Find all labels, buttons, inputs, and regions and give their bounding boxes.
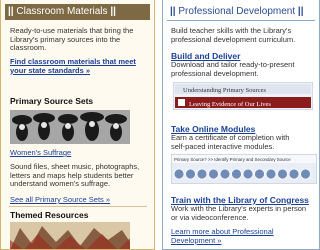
online-modules-description: Earn a certificate of completion with sel… bbox=[171, 133, 290, 151]
see-all-sets-link[interactable]: See all Primary Source Sets » bbox=[10, 195, 110, 205]
module-screenshot[interactable]: Primary Source? >> Identify Primary and … bbox=[171, 154, 317, 184]
themed-resources-title: Themed Resources bbox=[10, 210, 89, 220]
module-step-icon bbox=[300, 168, 311, 180]
themed-resources-image[interactable] bbox=[10, 222, 130, 250]
module-step-icon bbox=[185, 168, 196, 180]
pd-intro: Build teacher skills with the Library's p… bbox=[171, 26, 296, 44]
module-title: Primary Source? >> Identify Primary and … bbox=[174, 157, 291, 162]
presentation-item: Leaving Evidence of Our Lives bbox=[189, 101, 271, 108]
module-step-icon bbox=[288, 168, 300, 180]
womens-suffrage-photo[interactable] bbox=[10, 110, 130, 144]
train-description: Work with the Library's experts in perso… bbox=[171, 204, 307, 222]
module-step-icon bbox=[173, 168, 185, 180]
module-step-icon bbox=[265, 168, 277, 180]
primary-sets-description: Sound files, sheet music, photographs, le… bbox=[10, 162, 140, 189]
module-step-icon bbox=[208, 168, 219, 180]
professional-development-header: || Professional Development || bbox=[167, 4, 315, 21]
module-step-icon bbox=[277, 168, 288, 180]
divider bbox=[9, 206, 147, 207]
module-step-icon bbox=[231, 168, 242, 180]
presentation-title: Understanding Primary Sources bbox=[183, 87, 267, 94]
learn-more-link[interactable]: Learn more about Professional Development… bbox=[171, 227, 274, 245]
module-step-icon bbox=[219, 168, 231, 180]
build-deliver-description: Download and tailor ready-to-present prof… bbox=[171, 60, 295, 78]
pd-presentation-thumbnail[interactable]: Understanding Primary Sources Leaving Ev… bbox=[173, 82, 313, 110]
womens-suffrage-link[interactable]: Women's Suffrage bbox=[10, 148, 71, 158]
find-standards-link[interactable]: Find classroom materials that meet your s… bbox=[10, 57, 136, 75]
professional-development-panel: || Professional Development || Build tea… bbox=[162, 0, 320, 250]
classroom-materials-header: || Classroom Materials || bbox=[5, 4, 150, 20]
primary-source-sets-title: Primary Source Sets bbox=[10, 96, 94, 106]
classroom-materials-panel: || Classroom Materials || Ready-to-use m… bbox=[0, 0, 155, 250]
classroom-intro: Ready-to-use materials that bring the Lib… bbox=[10, 26, 134, 53]
module-step-icon bbox=[254, 168, 265, 180]
professional-development-title: Professional Development bbox=[178, 6, 296, 17]
module-step-icon bbox=[196, 168, 208, 180]
classroom-materials-title: Classroom Materials bbox=[16, 6, 108, 17]
module-step-icon bbox=[242, 168, 254, 180]
